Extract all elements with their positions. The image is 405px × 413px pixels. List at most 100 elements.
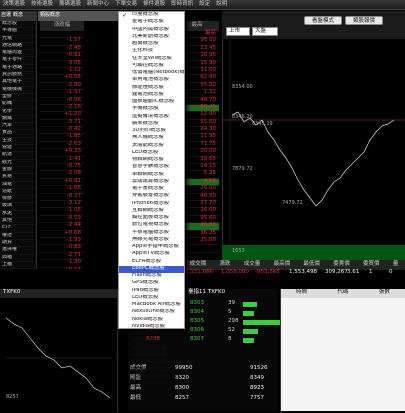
quote-row[interactable]: 1,151,086 1,058,000 -953,868 1,553,498 309,2… bbox=[185, 269, 405, 284]
dropdown-item[interactable]: AppleTV概念股 bbox=[119, 251, 184, 258]
dropdown-item[interactable]: GPS概念股 bbox=[119, 280, 184, 287]
dropdown-item[interactable]: X-BoxNatal概念股 bbox=[119, 375, 184, 382]
dropdown-item[interactable]: 無線充電概念股 bbox=[119, 237, 184, 244]
dropdown-item[interactable]: EeePC概念股 bbox=[119, 265, 184, 273]
dropdown-item[interactable]: LED概念股 bbox=[119, 295, 184, 302]
sidebar-item[interactable]: 化學 bbox=[0, 109, 36, 116]
dropdown-item[interactable]: 任天堂Wii概念股 bbox=[119, 56, 184, 63]
dropdown-item[interactable]: WiMAX概念股 bbox=[119, 353, 184, 360]
dropdown-item[interactable]: 智慧手錶概念股 bbox=[119, 164, 184, 171]
tab-category-concept[interactable]: 類股概念 bbox=[40, 13, 60, 19]
sidebar-item[interactable]: 電腦周邊 bbox=[0, 50, 36, 58]
dropdown-item[interactable]: iPad概念股 bbox=[119, 288, 184, 295]
dropdown-item[interactable]: 數位電視概念股 bbox=[119, 222, 184, 229]
sidebar-item[interactable]: ETF bbox=[0, 225, 36, 233]
sidebar-item[interactable]: 營建 bbox=[0, 145, 36, 153]
tick-col-code[interactable]: 代碼 bbox=[337, 289, 348, 298]
dropdown-item[interactable]: 3D列印概念股 bbox=[119, 128, 184, 135]
quote-col-header[interactable]: 漲跌 bbox=[219, 262, 230, 268]
sidebar-item[interactable]: 電子零件 bbox=[0, 57, 36, 65]
dropdown-item[interactable]: Apple手指甲概念股 bbox=[119, 244, 184, 251]
sidebar-item[interactable]: 資訊服務 bbox=[0, 72, 36, 80]
dropdown-item[interactable]: Flash概念股 bbox=[119, 273, 184, 280]
menu-item-1[interactable]: 技術選股 bbox=[31, 1, 53, 8]
dropdown-item[interactable]: NVidia概念股 bbox=[119, 324, 184, 331]
dropdown-item[interactable]: 物聯網概念股 bbox=[119, 157, 184, 164]
dropdown-item[interactable]: 可觸控概念股 bbox=[119, 63, 184, 70]
tab-watchlist[interactable]: 自選 bbox=[0, 11, 12, 21]
menu-item-8[interactable]: 說明 bbox=[216, 1, 227, 8]
dropdown-item[interactable]: ECFA概念股 bbox=[119, 259, 184, 266]
concept-dropdown-menu[interactable]: ✓ 印度概念股 金電子概念股 中國內需概念股 北美新創概念股 越南概念股 生化科技 任天堂W… bbox=[118, 11, 185, 379]
dropdown-item[interactable]: 虛擬實境概念股 bbox=[119, 114, 184, 121]
menu-item-2[interactable]: 籌碼選股 bbox=[59, 1, 81, 8]
dropdown-item[interactable]: 雲端運算概念股 bbox=[119, 179, 184, 186]
sidebar-item[interactable]: 光電 bbox=[0, 36, 36, 43]
sector-quote-button[interactable]: 類股報價 bbox=[345, 16, 383, 25]
quote-col-header[interactable]: 委買價 bbox=[363, 262, 380, 268]
dropdown-item[interactable]: 蘋果概念股 bbox=[119, 121, 184, 128]
menu-item-4[interactable]: 下單交易 bbox=[115, 1, 137, 8]
sidebar-item[interactable]: 玻璃 bbox=[0, 203, 36, 211]
sidebar-item[interactable]: 半導體 bbox=[0, 28, 36, 36]
dropdown-item[interactable]: 無人機概念股 bbox=[119, 135, 184, 142]
dropdown-item[interactable]: 觸控面板概念股 bbox=[119, 215, 184, 222]
quote-col-header[interactable]: 量 bbox=[393, 262, 399, 268]
dropdown-item[interactable]: 北美新創概念股 bbox=[119, 34, 184, 41]
col-header-change[interactable]: 漲跌幅 bbox=[40, 21, 84, 31]
dropdown-item[interactable]: 生化科技 bbox=[119, 48, 184, 55]
view-mode-button[interactable]: 看盤模式 bbox=[304, 16, 342, 25]
dropdown-item[interactable]: 節能燈概念股 bbox=[119, 85, 184, 92]
sidebar-item[interactable]: 鋼鐵 bbox=[0, 116, 36, 124]
dropdown-item[interactable]: 互聯網概念股 bbox=[119, 208, 184, 215]
sidebar-item[interactable]: 汽車 bbox=[0, 123, 36, 131]
sidebar-item[interactable]: 概念股 bbox=[0, 21, 36, 29]
menu-item-5[interactable]: 條件選股 bbox=[143, 1, 165, 8]
sidebar-item[interactable]: 其他 bbox=[0, 218, 36, 226]
sidebar-item[interactable]: 塑膠 bbox=[0, 94, 36, 102]
sidebar-item[interactable]: 造紙 bbox=[0, 189, 36, 197]
dropdown-item[interactable]: 越南概念股 bbox=[119, 41, 184, 48]
sidebar-item[interactable]: 航運 bbox=[0, 152, 36, 160]
menu-item-0[interactable]: 決策選股 bbox=[3, 1, 25, 8]
sidebar-item[interactable]: 觀光 bbox=[0, 160, 36, 167]
menu-item-3[interactable]: 新聞中心 bbox=[87, 1, 109, 8]
sidebar-item[interactable]: 選擇權 bbox=[0, 247, 36, 255]
dropdown-item[interactable]: PS3概念股 bbox=[119, 331, 184, 338]
sidebar-item[interactable]: 油電 bbox=[0, 182, 36, 189]
sidebar-item[interactable]: 上櫃 bbox=[0, 262, 36, 269]
quote-col-header[interactable]: 最高價 bbox=[274, 262, 291, 268]
sidebar-item[interactable]: 貿易 bbox=[0, 174, 36, 182]
dropdown-item[interactable]: X-Box360概念股 bbox=[119, 367, 184, 374]
dropdown-item[interactable]: QDII概念股 bbox=[119, 338, 184, 345]
dropdown-item[interactable]: 金電子概念股 bbox=[119, 19, 184, 26]
market-select[interactable]: 上市 bbox=[226, 27, 250, 36]
dropdown-item[interactable]: 平板電腦概念股 bbox=[119, 230, 184, 237]
dropdown-item[interactable]: USB3.0概念股 bbox=[119, 346, 184, 353]
range-select[interactable]: 大盤 bbox=[252, 27, 278, 36]
dropdown-item[interactable]: MacBook Air概念股 bbox=[119, 302, 184, 309]
sidebar-item[interactable]: 食品 bbox=[0, 130, 36, 138]
sidebar-item[interactable]: 紡織 bbox=[0, 101, 36, 109]
sidebar-item[interactable]: 權證 bbox=[0, 233, 36, 240]
dropdown-item[interactable]: 手機概念股 bbox=[119, 106, 184, 113]
sidebar-item[interactable]: 金融 bbox=[0, 167, 36, 175]
sidebar-item[interactable]: 電子通路 bbox=[0, 65, 36, 73]
tab-concept[interactable]: 概念 bbox=[12, 11, 24, 21]
dropdown-item[interactable]: LED概念股 bbox=[119, 150, 184, 157]
sidebar-item[interactable]: 橡膠 bbox=[0, 196, 36, 204]
dropdown-item[interactable]: 低價電腦(Netbook)概念股 bbox=[119, 70, 184, 77]
menu-item-6[interactable]: 即時資訊 bbox=[171, 1, 193, 8]
sidebar-item[interactable]: 水泥 bbox=[0, 211, 36, 219]
quote-col-header[interactable]: 委賣價 bbox=[333, 262, 350, 268]
quote-col-header[interactable]: 最低價 bbox=[303, 262, 320, 268]
sidebar-item[interactable]: 通信網路 bbox=[0, 43, 36, 51]
dropdown-item[interactable]: Nokia概念股 bbox=[119, 317, 184, 324]
sidebar-item[interactable]: 其他電子 bbox=[0, 79, 36, 87]
sidebar-item[interactable]: 期貨 bbox=[0, 240, 36, 248]
dropdown-item[interactable]: NexusOne概念股 bbox=[119, 309, 184, 316]
dropdown-item[interactable]: 中國內需概念股 bbox=[119, 27, 184, 34]
dropdown-item[interactable]: 車用電池概念股 bbox=[119, 77, 184, 84]
sidebar-item[interactable]: 興櫃 bbox=[0, 255, 36, 262]
quote-col-header[interactable]: 成交價 bbox=[190, 262, 207, 268]
